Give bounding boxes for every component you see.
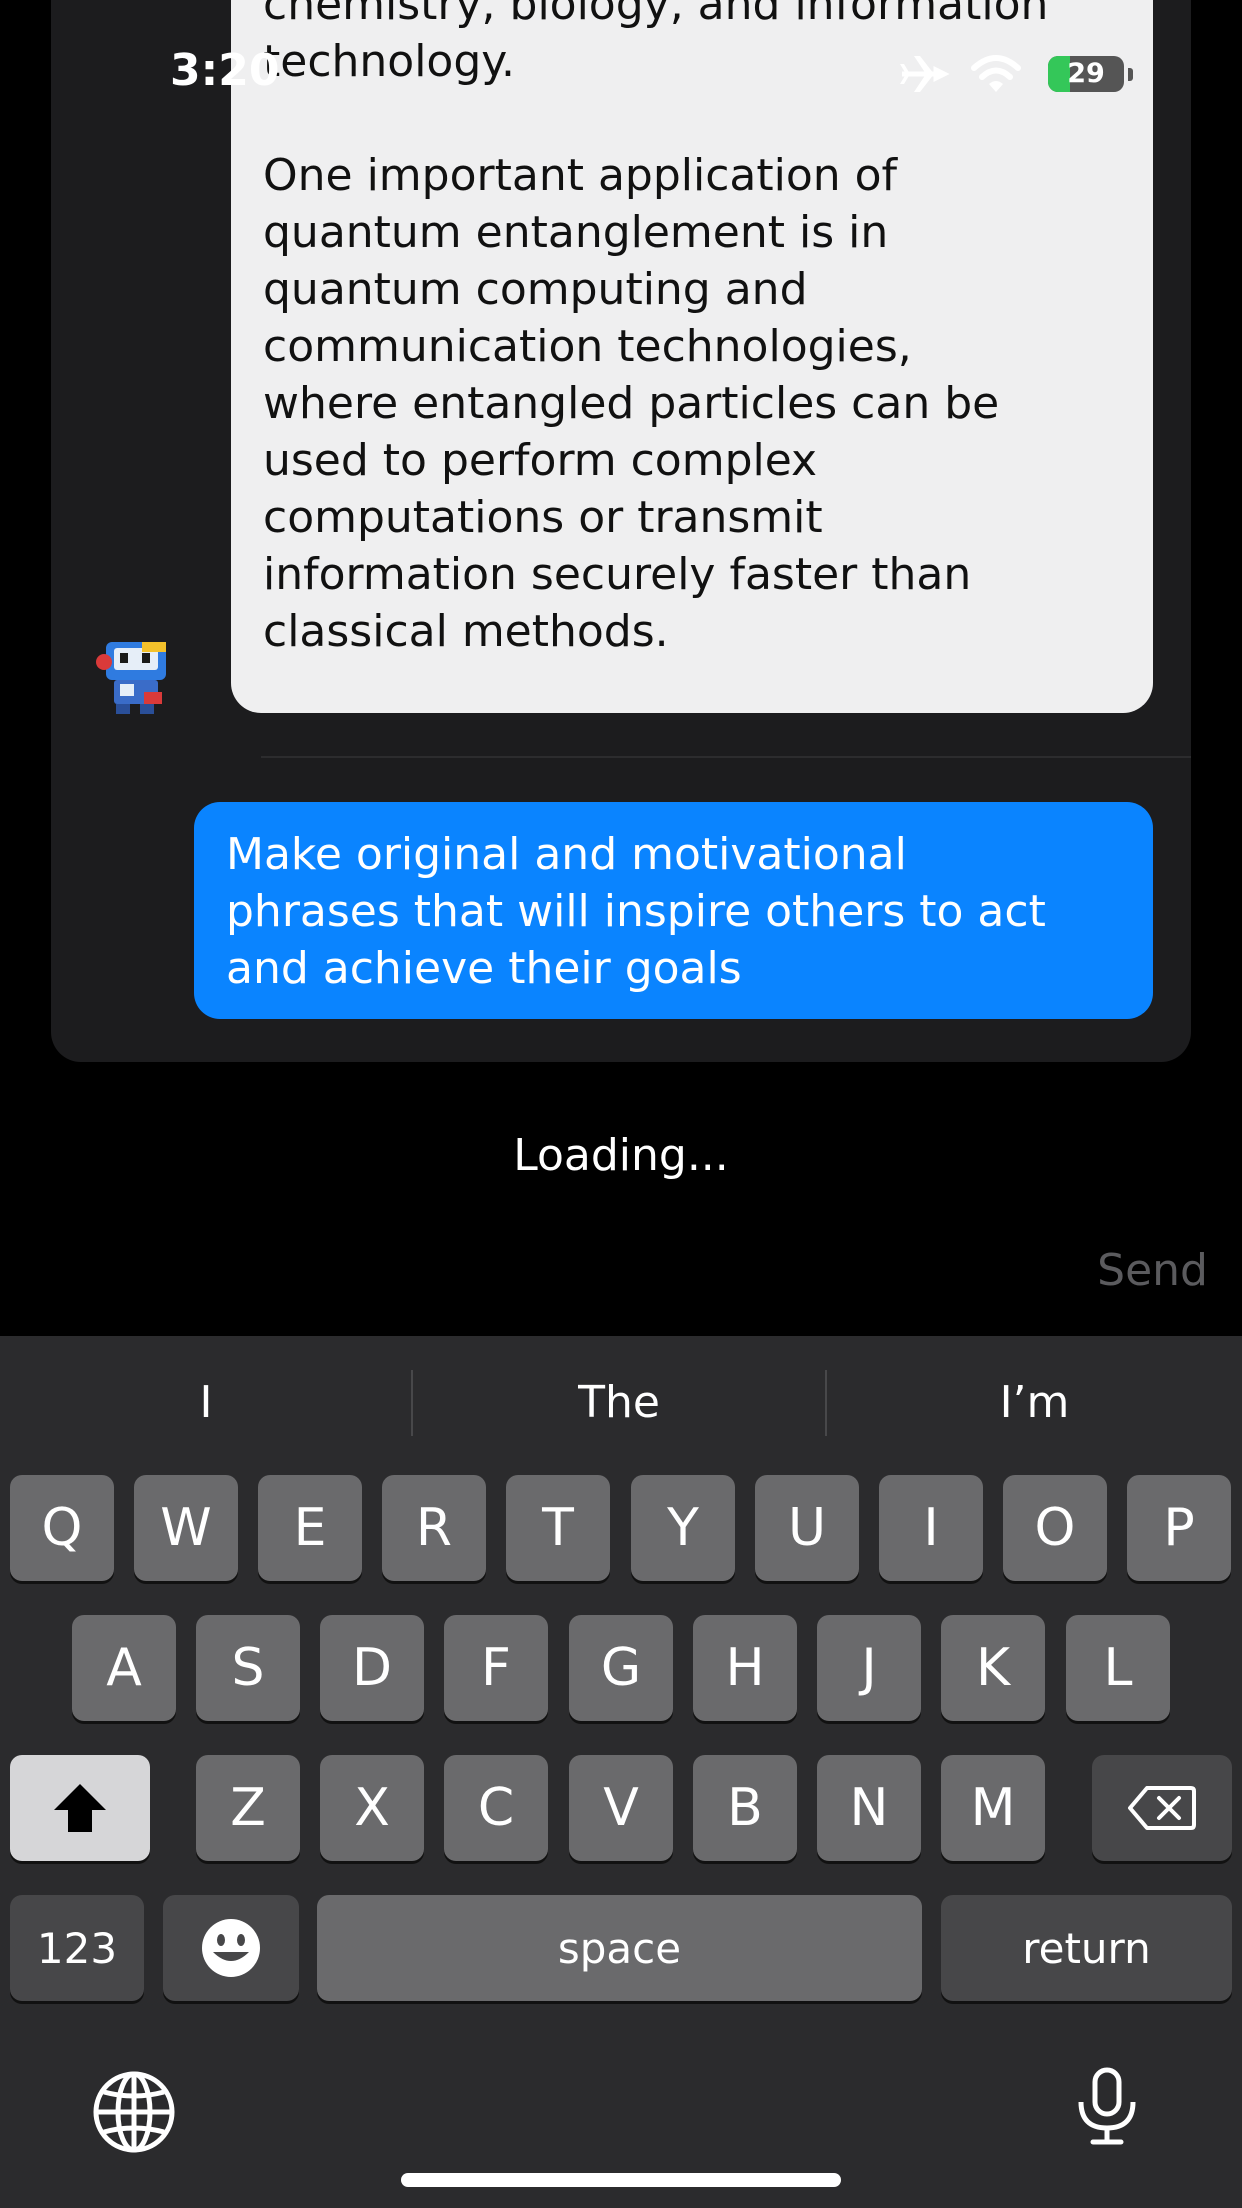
shift-key[interactable] <box>10 1755 150 1861</box>
bot-message-paragraph-2: One important application of quantum ent… <box>263 150 1000 657</box>
key-b[interactable]: B <box>693 1755 797 1861</box>
key-g[interactable]: G <box>569 1615 673 1721</box>
globe-icon[interactable] <box>90 2068 178 2156</box>
user-message-bubble: Make original and motivational phrases t… <box>194 802 1153 1019</box>
key-r[interactable]: R <box>382 1475 486 1581</box>
loading-text: Loading... <box>513 1130 729 1181</box>
suggestion-1[interactable]: I <box>0 1336 412 1470</box>
wifi-icon <box>971 55 1021 92</box>
key-w[interactable]: W <box>134 1475 238 1581</box>
return-key[interactable]: return <box>941 1895 1232 2001</box>
send-button[interactable]: Send <box>1097 1245 1208 1296</box>
key-v[interactable]: V <box>569 1755 673 1861</box>
battery-percentage: 29 <box>1067 58 1105 89</box>
keyboard: I The I’m Q W E R T Y U I O P A S D F G … <box>0 1336 1242 2208</box>
battery-indicator: 29 <box>1048 56 1124 92</box>
numbers-key[interactable]: 123 <box>10 1895 144 2001</box>
emoji-icon <box>202 1919 260 1977</box>
key-u[interactable]: U <box>755 1475 859 1581</box>
key-h[interactable]: H <box>693 1615 797 1721</box>
airplane-mode-icon <box>900 56 950 92</box>
key-t[interactable]: T <box>506 1475 610 1581</box>
key-j[interactable]: J <box>817 1615 921 1721</box>
suggestion-3[interactable]: I’m <box>827 1336 1242 1470</box>
suggestion-2[interactable]: The <box>413 1336 825 1470</box>
backspace-icon <box>1128 1786 1196 1830</box>
key-o[interactable]: O <box>1003 1475 1107 1581</box>
key-i[interactable]: I <box>879 1475 983 1581</box>
key-l[interactable]: L <box>1066 1615 1170 1721</box>
key-x[interactable]: X <box>320 1755 424 1861</box>
shift-icon <box>54 1784 106 1832</box>
key-f[interactable]: F <box>444 1615 548 1721</box>
key-c[interactable]: C <box>444 1755 548 1861</box>
key-z[interactable]: Z <box>196 1755 300 1861</box>
key-y[interactable]: Y <box>631 1475 735 1581</box>
key-n[interactable]: N <box>817 1755 921 1861</box>
key-d[interactable]: D <box>320 1615 424 1721</box>
home-indicator[interactable] <box>401 2173 841 2187</box>
backspace-key[interactable] <box>1092 1755 1232 1861</box>
status-time: 3:20 <box>170 45 280 96</box>
emoji-key[interactable] <box>163 1895 299 2001</box>
key-a[interactable]: A <box>72 1615 176 1721</box>
message-divider <box>261 756 1191 758</box>
bot-avatar-icon <box>96 642 166 714</box>
status-icons: 29 <box>896 52 1136 98</box>
bot-message-bubble: chemistry, biology, and information tech… <box>231 0 1153 713</box>
key-q[interactable]: Q <box>10 1475 114 1581</box>
key-e[interactable]: E <box>258 1475 362 1581</box>
key-m[interactable]: M <box>941 1755 1045 1861</box>
key-k[interactable]: K <box>941 1615 1045 1721</box>
microphone-icon[interactable] <box>1073 2066 1141 2146</box>
key-p[interactable]: P <box>1127 1475 1231 1581</box>
key-s[interactable]: S <box>196 1615 300 1721</box>
battery-nub <box>1128 68 1133 81</box>
space-key[interactable]: space <box>317 1895 922 2001</box>
